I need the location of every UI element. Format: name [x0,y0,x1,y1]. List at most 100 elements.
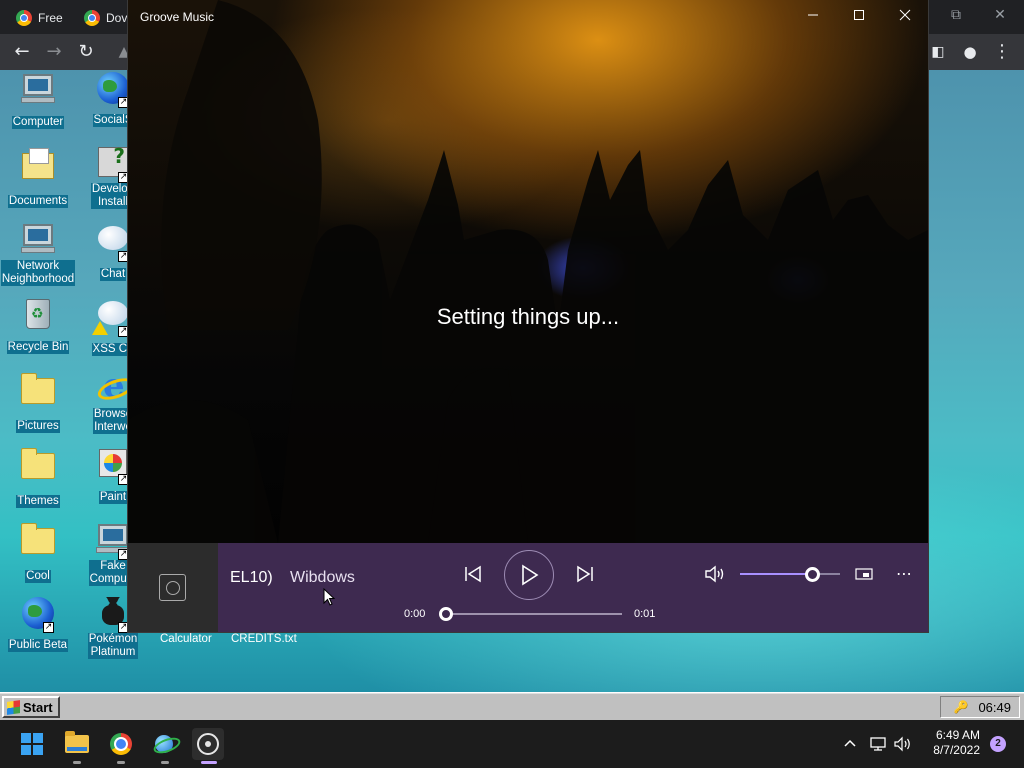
groove-title-bar: Groove Music [128,0,928,34]
globe-icon: ↗ [21,597,55,633]
windows-logo-icon [21,733,43,755]
internet-explorer-icon [153,733,177,755]
clock-time: 6:49 AM [935,728,980,742]
desktop-icon-label: Chat [99,268,127,281]
start-button[interactable]: Start [2,696,60,718]
forward-arrow-icon[interactable]: → [42,40,66,64]
total-time: 0:01 [634,608,656,620]
volume-status[interactable] [893,720,913,768]
desktop-icon-themes[interactable]: Themes [0,447,76,508]
mini-player-icon [855,568,873,580]
tray-overflow-chevron[interactable] [842,720,858,768]
window-title: Groove Music [140,10,215,24]
start-label: Start [23,699,53,715]
folder-icon [21,523,55,562]
volume-slider-thumb[interactable] [805,567,820,582]
chrome-favicon-icon [84,10,100,26]
taskbar-groove-music[interactable] [192,728,224,764]
internet-explorer-icon [96,366,130,406]
windows-flag-icon [7,699,20,715]
crowd-silhouette-image [128,0,928,543]
documents-icon [21,148,55,187]
play-icon [522,564,539,586]
desktop-icon-label: Pokémon Platinum [87,633,139,659]
desktop-icon-computer[interactable]: Computer [0,72,76,129]
side-panel-icon[interactable]: ◧ [926,40,950,64]
now-playing-background [128,0,928,543]
network-status[interactable] [869,720,887,768]
desktop-icon-credits[interactable]: CREDITS.txt [231,633,297,645]
retro-taskbar: Start 🔑 06:49 [0,692,1024,720]
skip-previous-icon [465,565,481,583]
desktop-icon-documents[interactable]: Documents [0,147,76,208]
desktop-icon-recycle-bin[interactable]: Recycle Bin [0,297,76,354]
browser-tab-2[interactable]: Dov [84,4,127,32]
track-artist[interactable]: Wibdows [290,569,355,587]
browser-tab-1[interactable]: Free [16,4,63,32]
volume-button[interactable] [704,563,728,585]
speaker-icon [894,736,910,752]
close-button[interactable] [882,4,928,30]
pokemon-icon: ↗ [96,597,130,633]
play-button[interactable] [504,550,554,600]
back-arrow-icon[interactable]: ← [10,40,34,64]
groove-music-icon [197,733,219,755]
maximize-icon [854,10,864,20]
volume-icon [705,565,724,583]
volume-slider-fill [740,573,812,575]
minimize-icon [808,14,818,16]
groove-music-window: Groove Music Setting things up... EL10) … [128,0,928,632]
ellipsis-icon: ⋯ [896,563,912,583]
taskbar-clock[interactable]: 6:49 AM 8/7/2022 [933,728,980,758]
loading-status-text: Setting things up... [436,304,620,329]
desktop-icon-label: Network Neighborhood [0,260,76,286]
chrome-icon [110,733,132,755]
retro-system-tray: 🔑 06:49 [940,696,1020,718]
desktop-icon-label: Cool [25,570,51,583]
browser-restore-button[interactable]: ⧉ [940,4,972,26]
album-art-placeholder[interactable] [128,543,218,632]
taskbar-file-explorer[interactable] [61,728,93,764]
desktop-icon-public-beta[interactable]: ↗ Public Beta [0,597,76,652]
desktop-icon-calculator[interactable]: Calculator [160,633,212,645]
key-icon: 🔑 [953,700,969,714]
maximize-button[interactable] [836,4,882,30]
browser-menu-icon[interactable]: ⋮ [990,40,1014,64]
taskbar-internet-explorer[interactable] [149,728,181,764]
desktop-icon-network-neighborhood[interactable]: Network Neighborhood [0,222,76,286]
chat-icon: ↗ [96,226,130,262]
computer-icon [21,74,55,108]
retro-clock: 06:49 [978,699,1011,715]
mini-view-button[interactable] [854,565,874,583]
chevron-up-icon [844,739,856,747]
seek-bar-track[interactable] [446,613,622,615]
next-track-button[interactable] [574,563,596,585]
paint-icon: ↗ [96,449,130,485]
album-placeholder-icon [159,574,186,601]
notification-badge[interactable]: 2 [990,736,1006,752]
clock-date: 8/7/2022 [933,743,980,757]
minimize-button[interactable] [790,4,836,30]
close-icon [899,9,911,21]
reload-icon[interactable]: ↻ [74,40,98,64]
desktop-icon-label: Computer [11,116,65,129]
desktop-icon-label: Paint [98,491,128,504]
chat-warning-icon: ↗ [92,301,130,337]
file-explorer-icon [65,731,89,753]
profile-icon[interactable]: ● [958,40,982,64]
globe-icon: ↗ [96,72,130,108]
previous-track-button[interactable] [462,563,484,585]
taskbar-chrome[interactable] [105,728,137,764]
mouse-cursor-icon [323,588,336,606]
track-title[interactable]: EL10) [230,569,273,587]
folder-icon [21,373,55,412]
start-menu-button[interactable] [16,728,48,760]
desktop-icon-pictures[interactable]: Pictures [0,372,76,433]
more-options-button[interactable]: ⋯ [894,563,914,583]
seek-bar-thumb[interactable] [439,607,453,621]
browser-tab-label: Free [38,11,63,25]
chrome-favicon-icon [16,10,32,26]
browser-close-button[interactable]: ✕ [984,4,1016,26]
desktop-icon-cool[interactable]: Cool [0,522,76,583]
desktop-icon-label: Recycle Bin [6,341,70,354]
